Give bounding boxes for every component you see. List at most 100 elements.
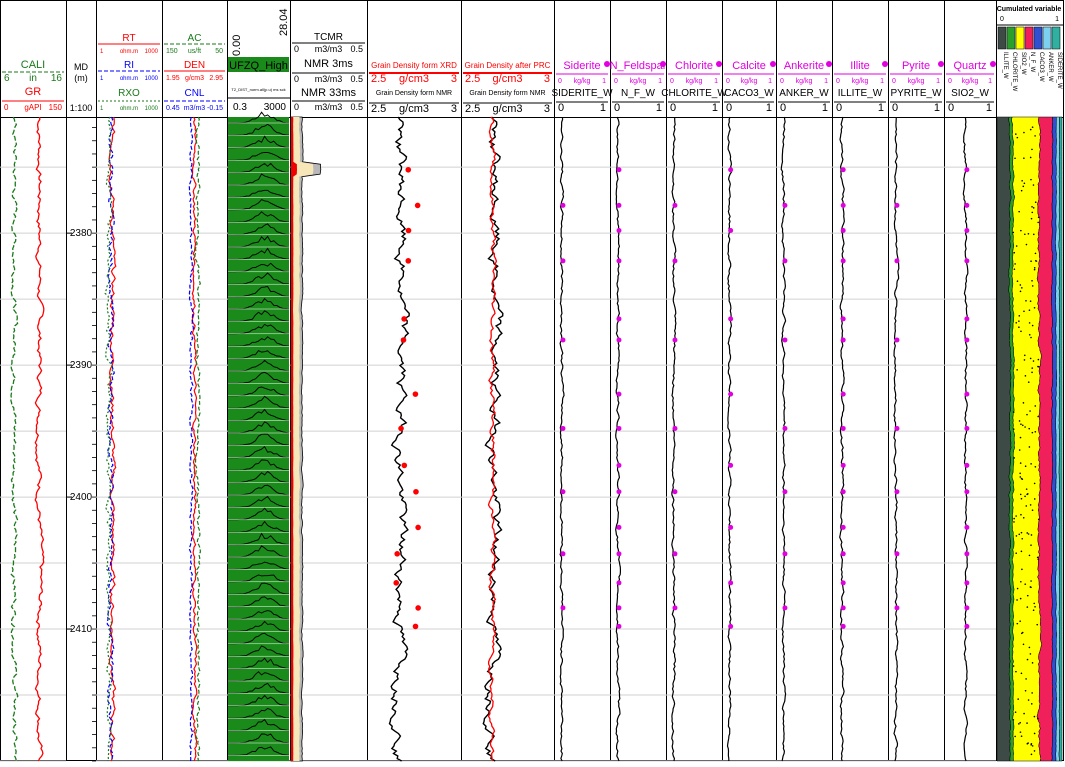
cum-quartz-dot <box>1012 231 1015 234</box>
mineral-sample-point <box>728 391 734 397</box>
mineral-sample-point <box>894 605 900 611</box>
mineral-sample-point <box>728 316 734 322</box>
mineral-sample-point <box>894 202 900 208</box>
cum-quartz-dot <box>1020 531 1023 534</box>
cum-quartz-dot <box>1015 535 1018 537</box>
cum-quartz-dot <box>1037 558 1040 561</box>
cum-quartz-dot <box>1021 568 1023 571</box>
header-unit: kg/kg <box>630 78 647 85</box>
cum-quartz-dot <box>1012 665 1015 667</box>
cum-quartz-dot <box>1029 156 1032 159</box>
cum-quartz-dot <box>1031 662 1034 664</box>
header-name-chl: CHLORITE_W <box>661 88 727 99</box>
cum-legend-label: CHLORITE_W <box>1011 52 1017 92</box>
cum-quartz-dot <box>1033 602 1035 605</box>
cum-quartz-dot <box>1024 689 1027 692</box>
mineral-sample-point <box>616 337 622 343</box>
mineral-sample-point <box>840 605 846 611</box>
mineral-sample-point <box>894 551 900 557</box>
mineral-sample-point <box>964 489 970 495</box>
cum-quartz-dot <box>1015 515 1017 517</box>
mineral-sample-point <box>964 605 970 611</box>
cum-legend-swatch <box>997 26 1007 50</box>
cum-layer <box>996 116 1012 762</box>
legend-dot <box>770 61 776 67</box>
cum-quartz-dot <box>1023 310 1025 313</box>
header-unit: kg/kg <box>574 78 591 85</box>
depth-label: 2400 <box>70 492 93 503</box>
cum-quartz-dot <box>1036 623 1039 626</box>
cum-quartz-dot <box>1033 233 1035 236</box>
mineral-curve <box>962 116 969 762</box>
header-unit: ohm.m <box>120 49 138 55</box>
mineral-sample-point <box>840 425 846 431</box>
cum-quartz-dot <box>1024 495 1026 498</box>
header-min: 0 <box>558 102 564 114</box>
cum-quartz-dot <box>1019 721 1021 724</box>
cum-quartz-dot <box>1031 367 1034 369</box>
cum-quartz-dot <box>1030 260 1032 262</box>
cum-quartz-dot <box>1020 580 1022 583</box>
nmr-tiny-label: T2_DIST_norm.all(p.u) ms sck <box>231 87 285 92</box>
cum-quartz-dot <box>1027 533 1030 535</box>
cum-quartz-dot <box>1030 534 1033 536</box>
mineral-sample-point <box>840 167 846 173</box>
cum-legend-label: SIDERITE_W <box>1056 52 1062 89</box>
mineral-sample-point <box>964 227 970 233</box>
cum-layer <box>1036 116 1054 762</box>
header-name-ank: ANKER_W <box>779 88 829 99</box>
cum-quartz-dot <box>1020 497 1023 500</box>
mineral-sample-point <box>782 489 788 495</box>
mineral-sample-point <box>616 605 622 611</box>
cum-quartz-dot <box>1018 210 1020 213</box>
gd-xrd-point <box>393 580 400 586</box>
cum-legend-swatch <box>1006 26 1016 50</box>
cum-quartz-dot <box>1033 715 1036 718</box>
header-unit: kg/kg <box>796 78 813 85</box>
cum-quartz-dot <box>1021 424 1024 427</box>
header-min: 0 <box>726 78 730 85</box>
cum-quartz-dot <box>1019 620 1021 622</box>
cum-quartz-dot <box>1025 678 1027 680</box>
cum-quartz-dot <box>1033 307 1036 309</box>
cum-quartz-dot <box>1012 719 1015 721</box>
header-max: 1 <box>602 78 606 85</box>
cum-quartz-dot <box>1029 504 1032 506</box>
header-unit: m3/m3 <box>184 105 206 112</box>
mineral-sample-point <box>560 605 566 611</box>
cum-quartz-dot <box>1019 597 1022 600</box>
cum-quartz-dot <box>1034 252 1037 255</box>
mineral-sample-point <box>616 462 622 468</box>
header-max: 3 <box>544 73 550 85</box>
header-unit: kg/kg <box>852 78 869 85</box>
header-name-por: AC <box>188 33 202 44</box>
header-min: 0 <box>780 102 786 114</box>
gd-xrd-point <box>405 166 412 173</box>
cum-quartz-dot <box>1034 201 1037 204</box>
cum-quartz-dot <box>1032 184 1035 186</box>
mineral-sample-point <box>782 258 788 264</box>
header-min: 150 <box>166 48 178 55</box>
cum-quartz-dot <box>1033 268 1036 271</box>
cum-quartz-dot <box>1025 505 1028 507</box>
outer-frame <box>0 0 1064 761</box>
cum-quartz-dot <box>1013 268 1016 270</box>
cum-legend-label: ANKER_W <box>1047 52 1053 82</box>
cum-quartz-dot <box>1019 284 1022 286</box>
cum-legend-label: ILLITE_W <box>1002 52 1008 79</box>
cum-quartz-dot <box>1029 357 1032 360</box>
cumulated-min: 0 <box>1000 16 1004 23</box>
cum-quartz-dot <box>1026 742 1029 745</box>
mineral-sample-point <box>964 462 970 468</box>
header-min: 0 <box>836 102 842 114</box>
mineral-sample-point <box>672 425 678 431</box>
mineral-curve <box>671 117 677 762</box>
header-name-qtz: Quartz <box>953 60 986 72</box>
gd-xrd-point <box>394 551 400 557</box>
header-name-res: RT <box>122 33 135 44</box>
cum-quartz-dot <box>1016 622 1019 625</box>
cum-quartz-dot <box>1019 493 1022 496</box>
header-min: 0 <box>4 103 9 112</box>
cum-legend-label: N_F_W <box>1029 52 1035 73</box>
cum-quartz-dot <box>1013 517 1015 520</box>
